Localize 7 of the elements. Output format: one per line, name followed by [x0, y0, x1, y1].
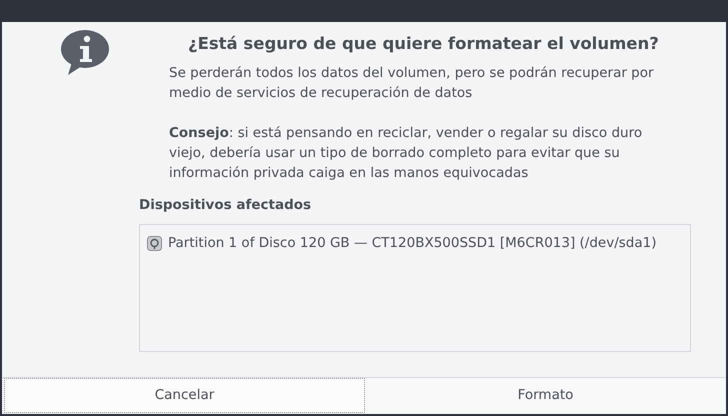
section-heading: Dispositivos afectados: [139, 196, 312, 215]
device-item[interactable]: Partition 1 of Disco 120 GB — CT120BX500SSD1 [M6CR013] (/dev/sda1): [168, 233, 656, 254]
info-icon: [60, 30, 110, 76]
tip-text: Consejo: si está pensando en reciclar, vender o regalar su disco duro viejo, debería usar un tipo de borrado completo para evitar que su información privada caiga en las manos equivocadas: [168, 124, 644, 183]
message-text: Se perderán todos los datos del volumen, pero se podrán recuperar por medio de servicios de recuperación de datos: [168, 64, 655, 103]
cancel-button[interactable]: Cancelar: [4, 378, 365, 413]
dialog-title: ¿Está seguro de que quiere formatear el volumen?: [187, 33, 660, 55]
